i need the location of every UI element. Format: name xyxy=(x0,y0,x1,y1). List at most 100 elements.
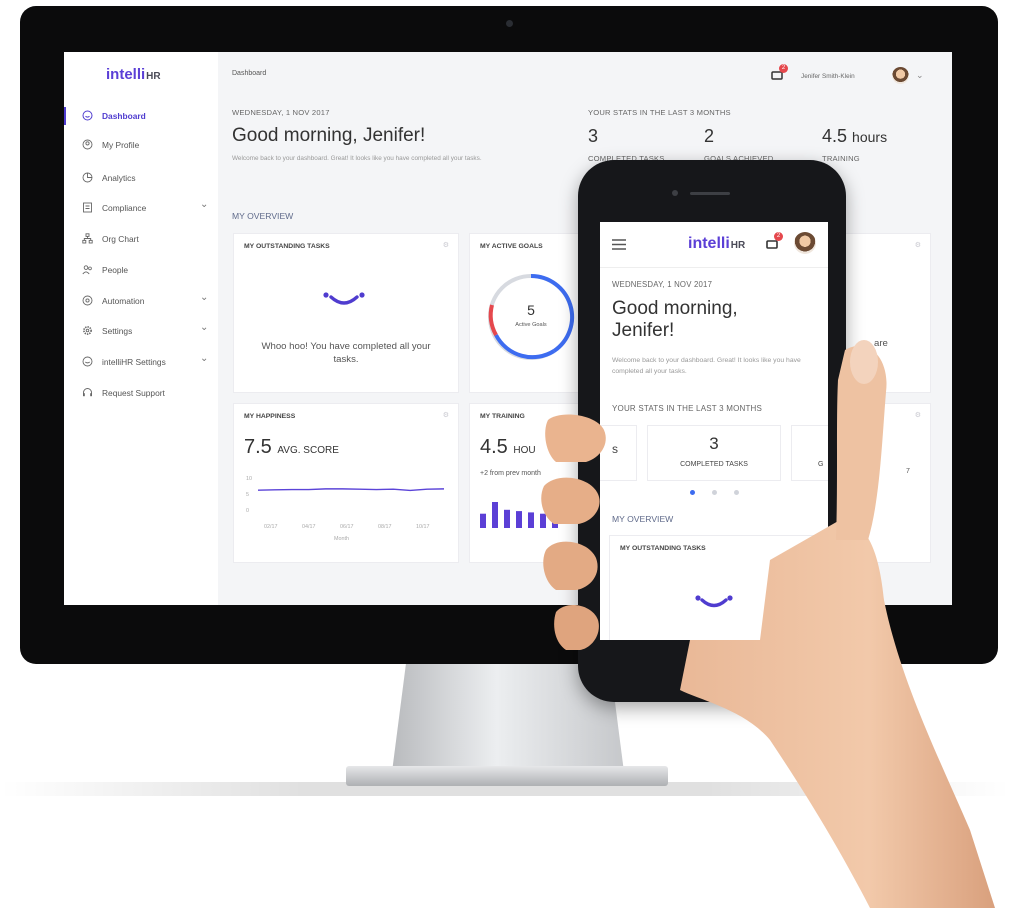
phone-home-button[interactable] xyxy=(693,640,737,684)
sidebar-item-my-profile[interactable]: My Profile xyxy=(64,133,218,157)
intellihr-settings-icon xyxy=(82,356,93,367)
card-happiness: MY HAPPINESS ⚙ 7.5 AVG. SCORE 10 5 0 02/17 0… xyxy=(234,404,458,562)
sidebar-item-label: My Profile xyxy=(102,140,140,150)
org-chart-icon xyxy=(82,233,93,244)
stat-training-label: TRAINING xyxy=(822,154,860,163)
sidebar-item-intellihr-settings[interactable]: intelliHR Settings ⌄ xyxy=(64,350,218,374)
greeting: Good morning, Jenifer! xyxy=(612,298,738,341)
y-tick-label: 5 xyxy=(246,492,249,498)
x-tick-label: 08/17 xyxy=(378,524,392,530)
greeting: Good morning, Jenifer! xyxy=(232,125,426,146)
y-tick-label: 10 xyxy=(246,476,252,482)
gear-icon[interactable]: ⚙ xyxy=(443,411,449,419)
gear-icon[interactable]: ⚙ xyxy=(803,543,809,551)
welcome-text: Welcome back to your dashboard. Great! I… xyxy=(232,155,482,162)
stats-title: YOUR STATS IN THE LAST 3 MONTHS xyxy=(588,108,731,117)
current-date: WEDNESDAY, 1 NOV 2017 xyxy=(232,108,330,117)
training-bar xyxy=(540,513,546,528)
sidebar-item-dashboard[interactable]: Dashboard xyxy=(64,104,218,128)
carousel-dot[interactable] xyxy=(712,490,717,495)
phone-camera xyxy=(672,190,678,196)
stat-card-previous: s xyxy=(600,426,636,480)
goals-count: 5 xyxy=(527,302,535,318)
gear-icon[interactable]: ⚙ xyxy=(443,241,449,249)
notification-badge: 2 xyxy=(774,232,783,241)
compliance-icon xyxy=(82,202,93,213)
stats-title: YOUR STATS IN THE LAST 3 MONTHS xyxy=(612,404,763,413)
monitor-camera xyxy=(506,20,513,27)
stat-card-completed[interactable]: 3 COMPLETED TASKS xyxy=(648,426,780,480)
tasks-complete-message: Whoo hoo! You have completed all your ta… xyxy=(261,341,431,365)
support-icon xyxy=(82,387,93,398)
chevron-down-icon[interactable]: ⌄ xyxy=(200,199,208,210)
carousel-dot[interactable] xyxy=(734,490,739,495)
stat-goals-value: 2 xyxy=(704,126,715,146)
avatar[interactable] xyxy=(794,232,816,254)
gear-icon[interactable]: ⚙ xyxy=(915,241,921,249)
phone-speaker xyxy=(690,192,730,195)
card-partial-right: ⚙ are xyxy=(846,234,930,392)
chevron-down-icon[interactable]: ⌄ xyxy=(200,292,208,303)
card-title: MY OUTSTANDING TASKS xyxy=(620,545,706,552)
sidebar-item-request-support[interactable]: Request Support xyxy=(64,381,218,405)
happiness-series-line xyxy=(257,488,445,492)
gear-icon[interactable]: ⚙ xyxy=(915,411,921,419)
phone-screen: intelliHR 2 WEDNESDAY, 1 NOV 2017 Good m… xyxy=(600,222,828,640)
sidebar-item-compliance[interactable]: Compliance ⌄ xyxy=(64,196,218,220)
user-name[interactable]: Jenifer Smith-Klein xyxy=(801,73,855,80)
stat-label: COMPLETED TASKS xyxy=(680,461,748,468)
x-tick-label: 10/17 xyxy=(416,524,430,530)
sidebar-item-label: Settings xyxy=(102,326,133,336)
x-axis-label: Month xyxy=(334,536,349,542)
avatar[interactable] xyxy=(892,67,909,84)
training-value: 4.5 HOU xyxy=(480,436,536,458)
sidebar-item-label: Analytics xyxy=(102,173,136,183)
smile-icon xyxy=(323,292,365,305)
chevron-down-icon[interactable]: ⌄ xyxy=(916,70,924,81)
training-bar xyxy=(492,502,498,528)
carousel-dot-active[interactable] xyxy=(690,490,695,495)
sidebar-item-label: Automation xyxy=(102,296,145,306)
hamburger-menu-icon[interactable] xyxy=(612,239,626,250)
training-bar xyxy=(552,515,558,528)
y-tick-label: 0 xyxy=(246,508,249,514)
automation-icon xyxy=(82,295,93,306)
sidebar-item-automation[interactable]: Automation ⌄ xyxy=(64,289,218,313)
dashboard-icon xyxy=(82,110,93,121)
chevron-down-icon[interactable]: ⌄ xyxy=(200,353,208,364)
training-bar xyxy=(528,512,534,528)
training-delta: +2 from prev month xyxy=(480,470,541,477)
card-partial-right-2: ⚙ 7 xyxy=(846,404,930,562)
breadcrumb[interactable]: Dashboard xyxy=(232,70,266,77)
training-bar xyxy=(480,513,486,528)
card-title: MY TRAINING xyxy=(480,413,525,420)
sidebar-item-people[interactable]: People xyxy=(64,258,218,282)
smile-icon xyxy=(695,595,733,608)
monitor-stand-base xyxy=(346,766,668,786)
overview-title: MY OVERVIEW xyxy=(612,514,674,524)
stat-completed-value: 3 xyxy=(588,126,599,146)
notification-bell[interactable]: 2 xyxy=(766,232,783,250)
sidebar-item-label: People xyxy=(102,265,129,275)
stat-value: 3 xyxy=(709,434,719,453)
card-title: MY ACTIVE GOALS xyxy=(480,243,543,250)
intellihr-logo[interactable]: intelliHR xyxy=(688,235,745,253)
sidebar-item-settings[interactable]: Settings ⌄ xyxy=(64,319,218,343)
notification-bell[interactable]: 2 xyxy=(771,64,788,81)
training-bar xyxy=(504,509,510,528)
chevron-down-icon[interactable]: ⌄ xyxy=(200,322,208,333)
profile-icon xyxy=(82,139,93,150)
overview-title: MY OVERVIEW xyxy=(232,211,294,221)
sidebar-item-label: Compliance xyxy=(102,203,147,213)
intellihr-logo[interactable]: intelliHR xyxy=(106,66,161,83)
sidebar-item-label: Dashboard xyxy=(102,111,146,121)
sidebar-item-label: Request Support xyxy=(102,388,165,398)
training-bar xyxy=(516,511,522,528)
analytics-icon xyxy=(82,172,93,183)
stat-training-value: 4.5 hours xyxy=(822,126,888,146)
current-date: WEDNESDAY, 1 NOV 2017 xyxy=(612,280,713,289)
card-outstanding-tasks: MY OUTSTANDING TASKS ⚙ xyxy=(610,536,818,640)
sidebar-item-analytics[interactable]: Analytics xyxy=(64,166,218,190)
card-title: MY OUTSTANDING TASKS xyxy=(244,243,330,250)
sidebar-item-org-chart[interactable]: Org Chart xyxy=(64,227,218,251)
